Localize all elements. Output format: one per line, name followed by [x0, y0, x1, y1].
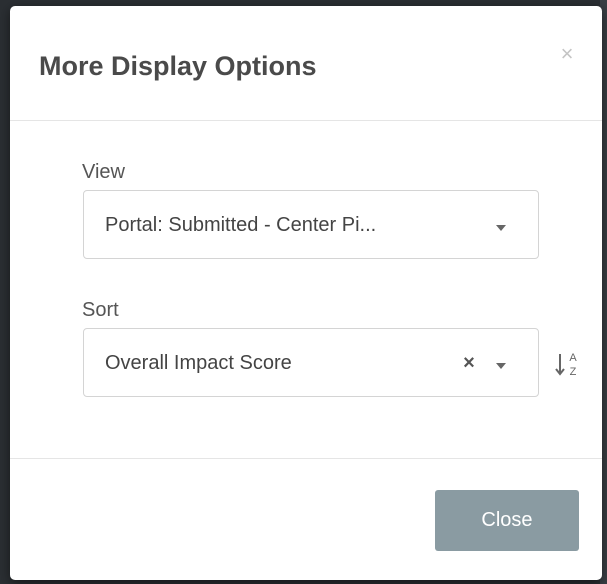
sort-alpha-icon[interactable]: A Z: [555, 348, 583, 380]
clear-icon[interactable]: ×: [459, 352, 479, 374]
sort-letter-top: A: [569, 352, 577, 364]
display-options-dialog: More Display Options × View Portal: Subm…: [10, 6, 602, 580]
sort-select[interactable]: Overall Impact Score ×: [83, 328, 539, 397]
dialog-header: More Display Options ×: [10, 6, 602, 121]
view-label: View: [82, 161, 125, 183]
close-button[interactable]: Close: [435, 490, 579, 551]
sort-label: Sort: [82, 299, 119, 321]
close-icon[interactable]: ×: [555, 42, 579, 66]
chevron-down-icon[interactable]: [496, 363, 506, 369]
sort-select-value: Overall Impact Score: [105, 352, 292, 374]
sort-letter-bottom: Z: [570, 366, 577, 378]
dialog-title: More Display Options: [39, 51, 317, 81]
chevron-down-icon[interactable]: [496, 225, 506, 231]
view-select[interactable]: Portal: Submitted - Center Pi...: [83, 190, 539, 259]
view-select-value: Portal: Submitted - Center Pi...: [105, 214, 377, 236]
